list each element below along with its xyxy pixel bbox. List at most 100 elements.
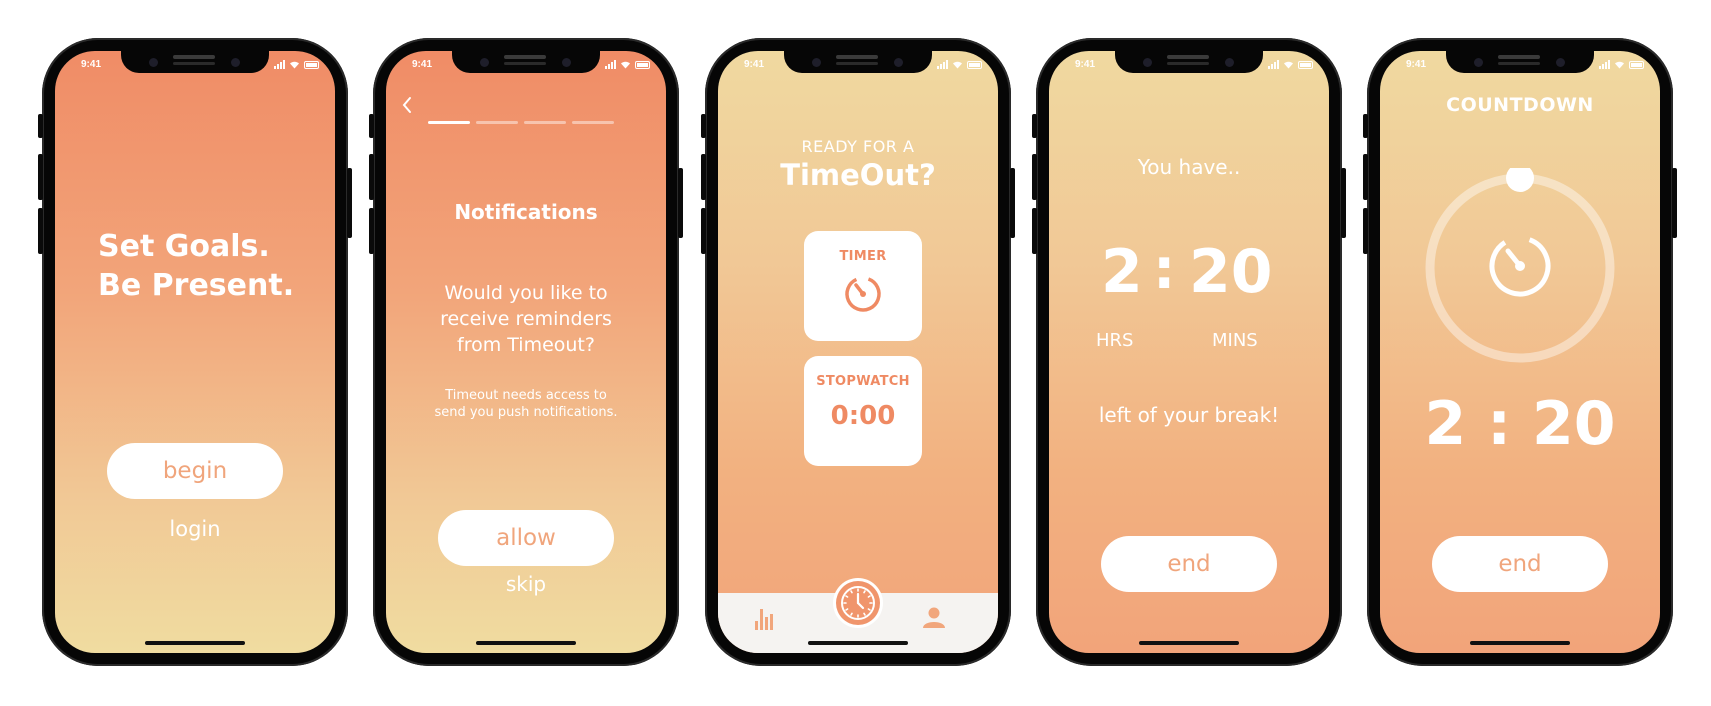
- status-time: 9:41: [1406, 59, 1427, 70]
- ready-subtitle: READY FOR A: [801, 137, 915, 156]
- wifi-icon: [621, 61, 630, 69]
- stopwatch-icon: [1489, 235, 1551, 297]
- home-indicator: [476, 641, 576, 645]
- status-icons: [274, 60, 319, 69]
- profile-icon[interactable]: [922, 607, 946, 629]
- volume-down-button: [1363, 208, 1368, 254]
- notch: [452, 51, 600, 73]
- battery-icon: [1298, 61, 1313, 69]
- break-remaining-screen: 9:41 You have.. 2 : 20 HRS MINS left of …: [1049, 51, 1329, 653]
- volume-up-button: [701, 154, 706, 200]
- mute-switch: [38, 114, 43, 138]
- signal-icon: [605, 60, 616, 69]
- progress-step: [572, 121, 614, 124]
- volume-up-button: [38, 154, 43, 200]
- wifi-icon: [953, 61, 962, 69]
- volume-up-button: [369, 154, 374, 200]
- time-separator: :: [1153, 237, 1176, 302]
- notifications-title: Notifications: [454, 200, 598, 224]
- phone-frame-countdown: 9:41 COUNTDOWN 2 : 20 end: [1363, 38, 1677, 666]
- mute-switch: [1363, 114, 1368, 138]
- status-time: 9:41: [1075, 59, 1096, 70]
- volume-down-button: [369, 208, 374, 254]
- you-have-label: You have..: [1137, 155, 1241, 179]
- power-button: [1341, 168, 1346, 238]
- signal-icon: [274, 60, 285, 69]
- notch: [1446, 51, 1594, 73]
- home-indicator: [145, 641, 245, 645]
- phone-frame-notifications: 9:41 Notifications Would you like to rec…: [369, 38, 683, 666]
- status-time: 9:41: [412, 59, 433, 70]
- battery-icon: [967, 61, 982, 69]
- countdown-ring: [1425, 168, 1615, 363]
- minutes-value: 20: [1189, 237, 1273, 307]
- home-indicator: [808, 641, 908, 645]
- power-button: [1672, 168, 1677, 238]
- signal-icon: [1599, 60, 1610, 69]
- notifications-question: Would you like to receive reminders from…: [440, 282, 612, 356]
- status-icons: [937, 60, 982, 69]
- phone-frame-welcome: 9:41 Set Goals. Be Present. begin login: [38, 38, 352, 666]
- progress-steps: [428, 121, 624, 124]
- volume-down-button: [701, 208, 706, 254]
- login-link[interactable]: login: [55, 517, 335, 541]
- headline-line-2: Be Present.: [98, 268, 295, 303]
- skip-link[interactable]: skip: [386, 572, 666, 596]
- home-indicator: [1139, 641, 1239, 645]
- notifications-description: Timeout needs access to send you push no…: [434, 388, 618, 420]
- notch: [1115, 51, 1263, 73]
- wifi-icon: [1615, 61, 1624, 69]
- battery-icon: [635, 61, 650, 69]
- timer-card[interactable]: TIMER: [804, 231, 922, 341]
- notch: [121, 51, 269, 73]
- headline-line-1: Set Goals.: [98, 229, 270, 264]
- mute-switch: [701, 114, 706, 138]
- countdown-ring-handle[interactable]: [1506, 168, 1534, 192]
- mute-switch: [369, 114, 374, 138]
- status-icons: [1599, 60, 1644, 69]
- progress-step: [524, 121, 566, 124]
- clock-tab-icon[interactable]: [832, 577, 884, 629]
- wifi-icon: [290, 61, 299, 69]
- mute-switch: [1032, 114, 1037, 138]
- back-chevron-icon[interactable]: [400, 95, 414, 115]
- notifications-screen: 9:41 Notifications Would you like to rec…: [386, 51, 666, 653]
- stats-icon[interactable]: [754, 605, 776, 631]
- end-button[interactable]: end: [1101, 536, 1277, 592]
- progress-step: [476, 121, 518, 124]
- countdown-time: 2 : 20: [1424, 389, 1616, 459]
- volume-down-button: [1032, 208, 1037, 254]
- hours-label: HRS: [1096, 330, 1134, 351]
- volume-down-button: [38, 208, 43, 254]
- battery-icon: [304, 61, 319, 69]
- home-indicator: [1470, 641, 1570, 645]
- countdown-screen: 9:41 COUNTDOWN 2 : 20 end: [1380, 51, 1660, 653]
- break-left-label: left of your break!: [1098, 403, 1280, 427]
- wifi-icon: [1284, 61, 1293, 69]
- notch: [784, 51, 932, 73]
- stopwatch-card[interactable]: STOPWATCH 0:00: [804, 356, 922, 466]
- phone-frame-break-remaining: 9:41 You have.. 2 : 20 HRS MINS left of …: [1032, 38, 1346, 666]
- home-screen: 9:41 READY FOR A TimeOut? TIMER STOPWATC…: [718, 51, 998, 653]
- volume-up-button: [1032, 154, 1037, 200]
- timer-card-label: TIMER: [839, 249, 887, 264]
- progress-step-active: [428, 121, 470, 124]
- countdown-title: COUNTDOWN: [1446, 94, 1594, 116]
- welcome-screen: 9:41 Set Goals. Be Present. begin login: [55, 51, 335, 653]
- stopwatch-value: 0:00: [830, 401, 896, 431]
- timeout-title: TimeOut?: [780, 158, 936, 192]
- signal-icon: [937, 60, 948, 69]
- timer-icon: [845, 276, 881, 312]
- begin-button[interactable]: begin: [107, 443, 283, 499]
- status-time: 9:41: [744, 59, 765, 70]
- end-button[interactable]: end: [1432, 536, 1608, 592]
- phone-frame-home: 9:41 READY FOR A TimeOut? TIMER STOPWATC…: [701, 38, 1015, 666]
- power-button: [1010, 168, 1015, 238]
- power-button: [678, 168, 683, 238]
- minutes-label: MINS: [1212, 330, 1258, 351]
- stopwatch-card-label: STOPWATCH: [816, 374, 910, 389]
- status-time: 9:41: [81, 59, 102, 70]
- status-icons: [605, 60, 650, 69]
- headline: Set Goals. Be Present.: [98, 227, 294, 305]
- allow-button[interactable]: allow: [438, 510, 614, 566]
